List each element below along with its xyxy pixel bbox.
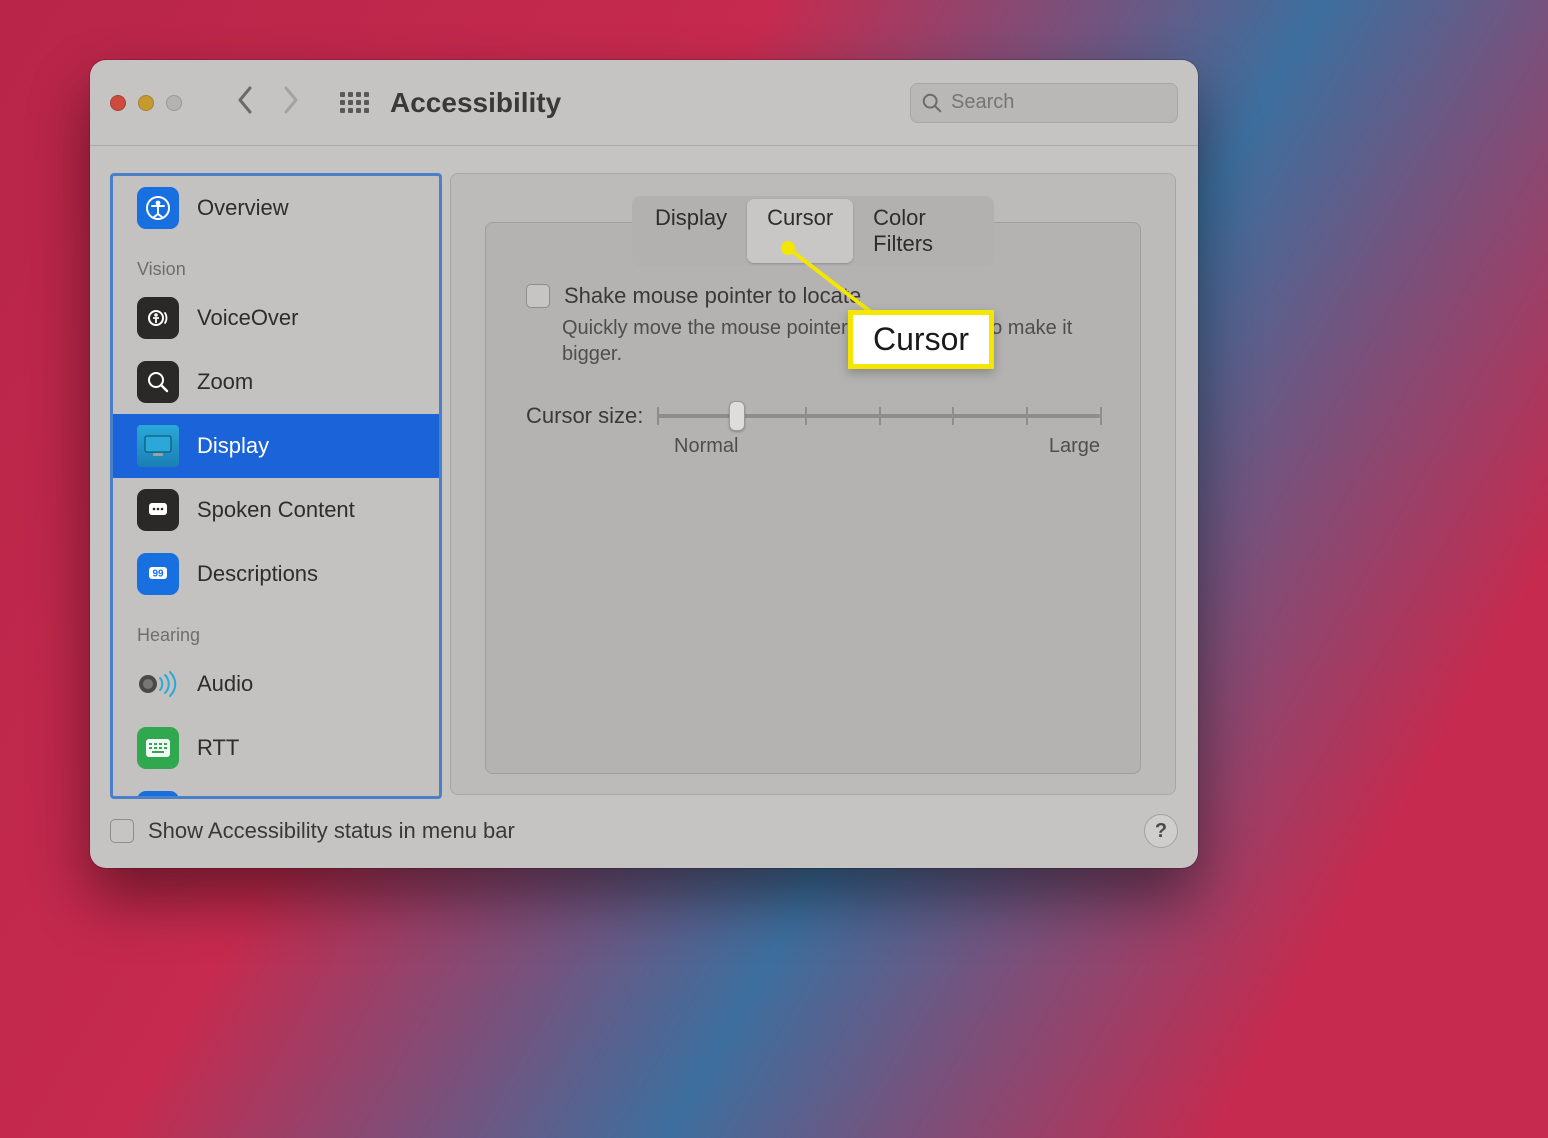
slider-end-labels: Normal Large xyxy=(674,435,1100,458)
footer-left: Show Accessibility status in menu bar xyxy=(110,818,515,844)
sidebar-item-label: Spoken Content xyxy=(197,497,355,523)
sidebar-item-spoken-content[interactable]: Spoken Content xyxy=(113,478,439,542)
help-button[interactable]: ? xyxy=(1144,814,1178,848)
sidebar-section-hearing: Hearing xyxy=(113,606,439,652)
tab-cursor[interactable]: Cursor xyxy=(747,199,853,263)
sidebar-item-label: Zoom xyxy=(197,369,253,395)
sidebar-item-overview[interactable]: Overview xyxy=(113,176,439,240)
sidebar-item-voiceover[interactable]: VoiceOver xyxy=(113,286,439,350)
close-icon[interactable] xyxy=(110,95,126,111)
rtt-icon xyxy=(137,727,179,769)
voiceover-icon xyxy=(137,297,179,339)
sidebar-item-label: Overview xyxy=(197,195,289,221)
window-title: Accessibility xyxy=(390,87,561,119)
slider-thumb[interactable] xyxy=(729,401,745,431)
main-panel: Shake mouse pointer to locate Quickly mo… xyxy=(450,173,1176,795)
slider-min-label: Normal xyxy=(674,435,738,458)
traffic-lights xyxy=(110,95,182,111)
sidebar-item-zoom[interactable]: Zoom xyxy=(113,350,439,414)
sidebar-item-descriptions[interactable]: 99 Descriptions xyxy=(113,542,439,606)
sidebar: Overview Vision VoiceOver Zoom Displa xyxy=(110,173,442,799)
sidebar-item-audio[interactable]: Audio xyxy=(113,652,439,716)
zoom-window-icon[interactable] xyxy=(166,95,182,111)
cursor-size-label: Cursor size: xyxy=(526,403,643,429)
footer-row: Show Accessibility status in menu bar ? xyxy=(110,814,1178,848)
sidebar-item-captions[interactable]: Captions xyxy=(113,780,439,799)
annotation-dot xyxy=(781,241,795,255)
audio-icon xyxy=(137,663,179,705)
svg-text:99: 99 xyxy=(152,569,164,580)
sidebar-item-display[interactable]: Display xyxy=(113,414,439,478)
show-all-icon[interactable] xyxy=(340,89,368,117)
sidebar-item-rtt[interactable]: RTT xyxy=(113,716,439,780)
cursor-size-slider[interactable] xyxy=(657,404,1100,428)
sidebar-item-label: Descriptions xyxy=(197,561,318,587)
titlebar: Accessibility xyxy=(90,60,1198,146)
back-button[interactable] xyxy=(236,86,254,120)
tab-display[interactable]: Display xyxy=(635,199,747,263)
annotation-label: Cursor xyxy=(873,321,969,357)
tab-bar: Display Cursor Color Filters xyxy=(632,196,994,266)
minimize-icon[interactable] xyxy=(138,95,154,111)
preferences-window: Accessibility Overview Vision VoiceOver xyxy=(90,60,1198,868)
sidebar-item-label: Audio xyxy=(197,671,253,697)
sidebar-item-label: VoiceOver xyxy=(197,305,299,331)
shake-pointer-row: Shake mouse pointer to locate xyxy=(526,283,1100,309)
spoken-content-icon xyxy=(137,489,179,531)
shake-pointer-description: Quickly move the mouse pointer back and … xyxy=(562,315,1100,367)
search-field-wrap[interactable] xyxy=(910,83,1178,123)
zoom-icon xyxy=(137,361,179,403)
content-box: Shake mouse pointer to locate Quickly mo… xyxy=(485,222,1141,774)
window-body: Overview Vision VoiceOver Zoom Displa xyxy=(90,145,1198,868)
search-input[interactable] xyxy=(949,90,1167,115)
sidebar-item-label: Display xyxy=(197,433,269,459)
sidebar-section-vision: Vision xyxy=(113,240,439,286)
cursor-size-row: Cursor size: xyxy=(526,403,1100,429)
search-icon xyxy=(921,92,943,114)
shake-pointer-label: Shake mouse pointer to locate xyxy=(564,283,861,309)
sidebar-item-label: RTT xyxy=(197,735,239,761)
descriptions-icon: 99 xyxy=(137,553,179,595)
show-status-checkbox[interactable] xyxy=(110,819,134,843)
forward-button[interactable] xyxy=(282,86,300,120)
tab-color-filters[interactable]: Color Filters xyxy=(853,199,991,263)
captions-icon xyxy=(137,791,179,799)
slider-max-label: Large xyxy=(1049,435,1100,458)
show-status-label: Show Accessibility status in menu bar xyxy=(148,818,515,844)
nav-arrows xyxy=(236,86,300,120)
overview-icon xyxy=(137,187,179,229)
display-icon xyxy=(137,425,179,467)
annotation-callout: Cursor xyxy=(848,310,994,369)
shake-pointer-checkbox[interactable] xyxy=(526,284,550,308)
